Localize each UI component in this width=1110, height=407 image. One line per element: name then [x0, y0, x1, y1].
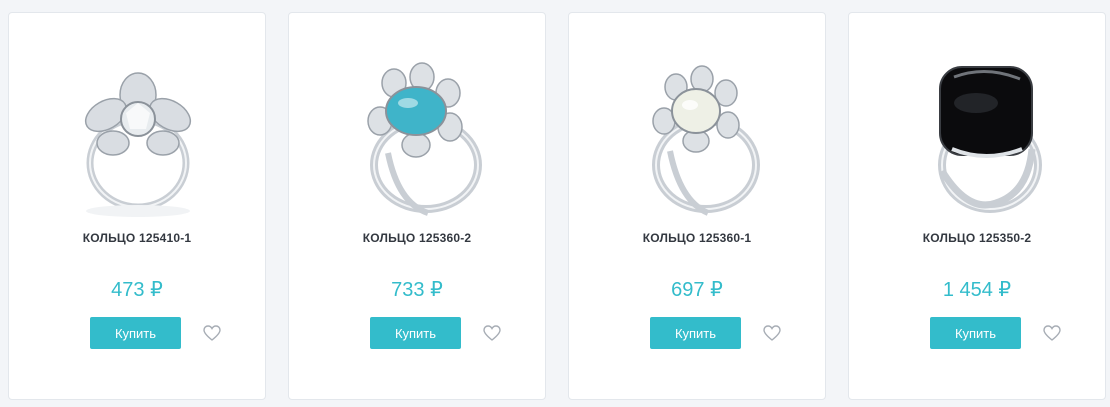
product-card[interactable]: КОЛЬЦО 125350-2 1 454 ₽ Купить — [848, 12, 1106, 400]
favorite-button[interactable] — [201, 322, 223, 344]
product-price: 473 ₽ — [111, 279, 163, 301]
buy-button[interactable]: Купить — [370, 317, 461, 349]
favorite-button[interactable] — [1041, 322, 1063, 344]
product-price: 697 ₽ — [671, 279, 723, 301]
product-title[interactable]: КОЛЬЦО 125350-2 — [849, 231, 1105, 245]
heart-outline-icon — [483, 325, 501, 341]
ring-image — [938, 66, 1042, 213]
heart-outline-icon — [763, 325, 781, 341]
product-title[interactable]: КОЛЬЦО 125360-1 — [569, 231, 825, 245]
product-card[interactable]: КОЛЬЦО 125360-1 697 ₽ Купить — [568, 12, 826, 400]
product-image[interactable] — [38, 53, 238, 223]
favorite-button[interactable] — [761, 322, 783, 344]
product-price: 1 454 ₽ — [942, 279, 1012, 301]
ring-image — [652, 65, 760, 216]
heart-outline-icon — [203, 325, 221, 341]
product-title[interactable]: КОЛЬЦО 125410-1 — [9, 231, 265, 245]
favorite-button[interactable] — [481, 322, 503, 344]
product-image[interactable] — [878, 53, 1078, 223]
buy-button[interactable]: Купить — [90, 317, 181, 349]
ring-image — [367, 62, 482, 216]
product-card[interactable]: КОЛЬЦО 125410-1 473 ₽ Купить — [8, 12, 266, 400]
product-image[interactable] — [318, 53, 518, 223]
product-image[interactable] — [598, 53, 798, 223]
buy-button[interactable]: Купить — [650, 317, 741, 349]
product-title[interactable]: КОЛЬЦО 125360-2 — [289, 231, 545, 245]
product-card[interactable]: КОЛЬЦО 125360-2 733 ₽ Купить — [288, 12, 546, 400]
heart-outline-icon — [1043, 325, 1061, 341]
product-grid: КОЛЬЦО 125410-1 473 ₽ Купить КОЛЬЦО 1253… — [0, 0, 1110, 407]
product-price: 733 ₽ — [391, 279, 443, 301]
buy-button[interactable]: Купить — [930, 317, 1021, 349]
ring-image — [84, 72, 192, 217]
